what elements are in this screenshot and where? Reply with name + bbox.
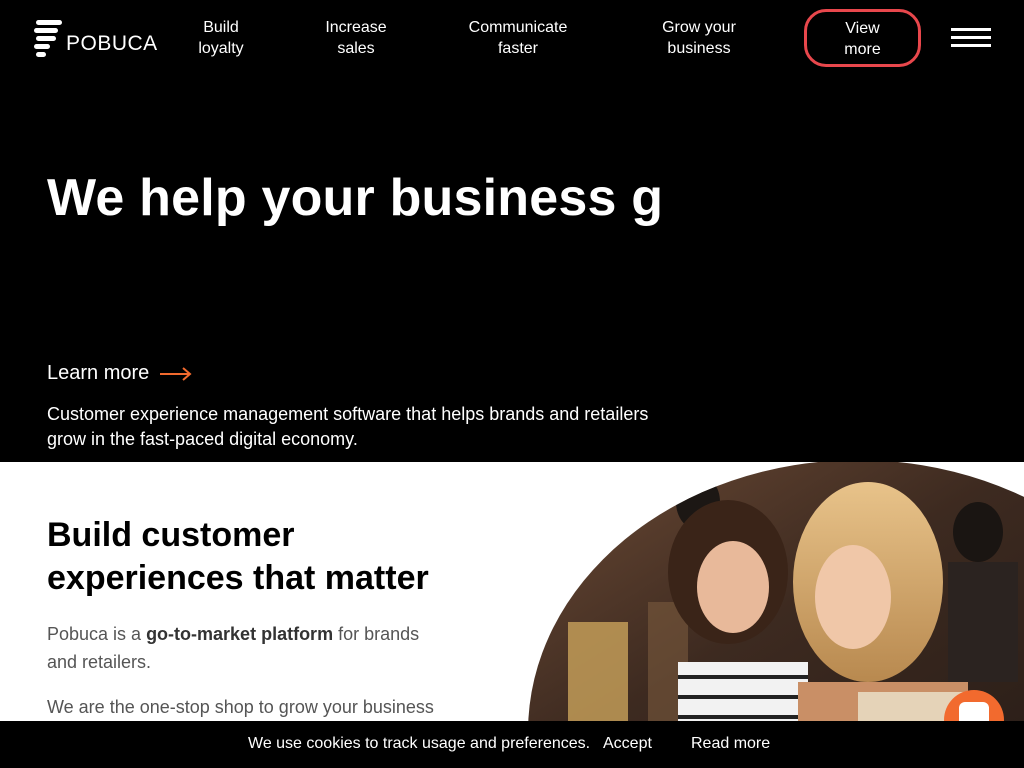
section-title-line: experiences that matter xyxy=(47,559,429,597)
nav-grow-business[interactable]: Grow your business xyxy=(654,17,744,59)
learn-more-label: Learn more xyxy=(47,362,150,384)
cookie-read-more-link[interactable]: Read more xyxy=(691,735,770,753)
p1-text: Pobuca is a xyxy=(47,624,147,644)
nav-label-line: business xyxy=(667,40,731,57)
cookie-banner: We use cookies to track usage and prefer… xyxy=(0,721,1024,768)
nav-label-line: Build xyxy=(203,19,239,36)
view-more-label-line: more xyxy=(844,41,881,58)
view-more-button[interactable]: View more xyxy=(804,9,921,67)
section-paragraph-2: We are the one-stop shop to grow your bu… xyxy=(47,697,434,717)
cookie-accept-button[interactable]: Accept xyxy=(603,735,652,753)
pobuca-logo[interactable]: POBUCA xyxy=(34,18,158,60)
section-title-line: Build customer xyxy=(47,516,295,554)
nav-label-line: faster xyxy=(497,40,538,57)
cookie-message: We use cookies to track usage and prefer… xyxy=(248,735,591,752)
section-title: Build customer experiences that matter xyxy=(47,514,429,600)
hero-description: Customer experience management software … xyxy=(47,404,649,449)
hamburger-menu-icon[interactable] xyxy=(951,28,991,48)
nav-communicate-faster[interactable]: Communicate faster xyxy=(463,17,573,59)
learn-more-link[interactable]: Learn more xyxy=(47,362,193,385)
view-more-label-line: View xyxy=(845,20,880,37)
nav-increase-sales[interactable]: Increase sales xyxy=(320,17,392,59)
p1-bold-text: go-to-market platform xyxy=(146,624,334,644)
nav-label-line: Increase xyxy=(325,19,387,36)
section-paragraph-1: Pobuca is a go-to-market platform for br… xyxy=(47,620,447,676)
nav-label-line: Communicate xyxy=(468,19,568,36)
hero-title: We help your business g xyxy=(47,169,664,227)
nav-label-line: sales xyxy=(337,40,375,57)
arrow-right-icon xyxy=(160,366,192,381)
nav-build-loyalty[interactable]: Build loyalty xyxy=(190,17,252,59)
pobuca-logo-icon xyxy=(34,20,62,57)
nav-label-line: Grow your xyxy=(662,19,736,36)
nav-label-line: loyalty xyxy=(198,40,244,57)
site-header: POBUCA Build loyalty Increase sales Comm… xyxy=(0,0,1024,80)
logo-wordmark: POBUCA xyxy=(66,32,158,55)
